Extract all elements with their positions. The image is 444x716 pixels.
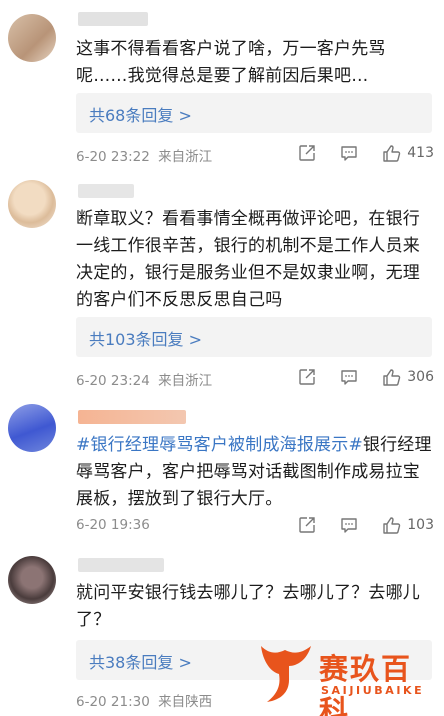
username-blurred[interactable] [78,12,148,26]
location: 来自浙江 [158,373,213,389]
avatar[interactable] [8,180,56,228]
comment-icon[interactable] [339,143,359,163]
timestamp: 6-20 23:24 [76,373,150,389]
comment-text: 就问平安银行钱去哪儿了？去哪儿了？去哪儿了？ [76,583,420,630]
replies-label: 共68条回复 > [89,106,192,125]
timestamp: 6-20 21:30 [76,694,150,710]
comment-text: #银行经理辱骂客户被制成海报展示#银行经理辱骂客户，客户把辱骂对话截图制作成易拉… [76,432,436,513]
comment-actions: 103 [275,514,434,536]
username-blurred[interactable] [78,558,164,572]
share-icon[interactable] [297,515,317,535]
replies-button[interactable]: 共68条回复 > [76,93,432,133]
comment-meta: 6-20 19:36 [76,517,150,533]
topic-hashtag-link[interactable]: #银行经理辱骂客户被制成海报展示# [76,435,363,455]
replies-button[interactable]: 共103条回复 > [76,317,432,357]
like-count: 413 [407,145,434,161]
username-blurred[interactable] [78,410,186,424]
share-icon[interactable] [297,143,317,163]
timestamp: 6-20 19:36 [76,517,150,533]
comment-icon[interactable] [339,515,359,535]
like-icon[interactable] [381,515,401,535]
location: 来自陕西 [158,694,213,710]
replies-label: 共38条回复 > [89,653,192,672]
comment-meta: 6-20 23:22 来自浙江 [76,145,212,165]
avatar[interactable] [8,556,56,604]
username-blurred[interactable] [78,184,134,198]
watermark-subtitle: SAIJIUBAIKE [321,684,425,697]
timestamp: 6-20 23:22 [76,149,150,165]
like-icon[interactable] [381,367,401,387]
like-count: 306 [407,369,434,385]
like-count: 103 [407,517,434,533]
comment-text: 断章取义？看看事情全概再做评论吧，在银行一线工作很辛苦，银行的机制不是工作人员来… [76,209,420,310]
like-icon[interactable] [381,143,401,163]
comment-actions: 413 [275,142,434,164]
comment-meta: 6-20 23:24 来自浙江 [76,369,212,389]
comment-icon[interactable] [339,367,359,387]
watermark-title: 赛玖百科 [319,652,413,716]
whale-tail-icon [261,646,311,702]
comment-text: 这事不得看看客户说了啥，万一客户先骂呢……我觉得总是要了解前因后果吧… [76,39,386,86]
watermark-logo: 赛玖百科 SAIJIUBAIKE [255,638,440,716]
avatar[interactable] [8,14,56,62]
replies-label: 共103条回复 > [89,330,203,349]
comment-meta: 6-20 21:30 来自陕西 [76,690,212,710]
location: 来自浙江 [158,149,213,165]
share-icon[interactable] [297,367,317,387]
avatar[interactable] [8,404,56,452]
comment-actions: 306 [275,366,434,388]
